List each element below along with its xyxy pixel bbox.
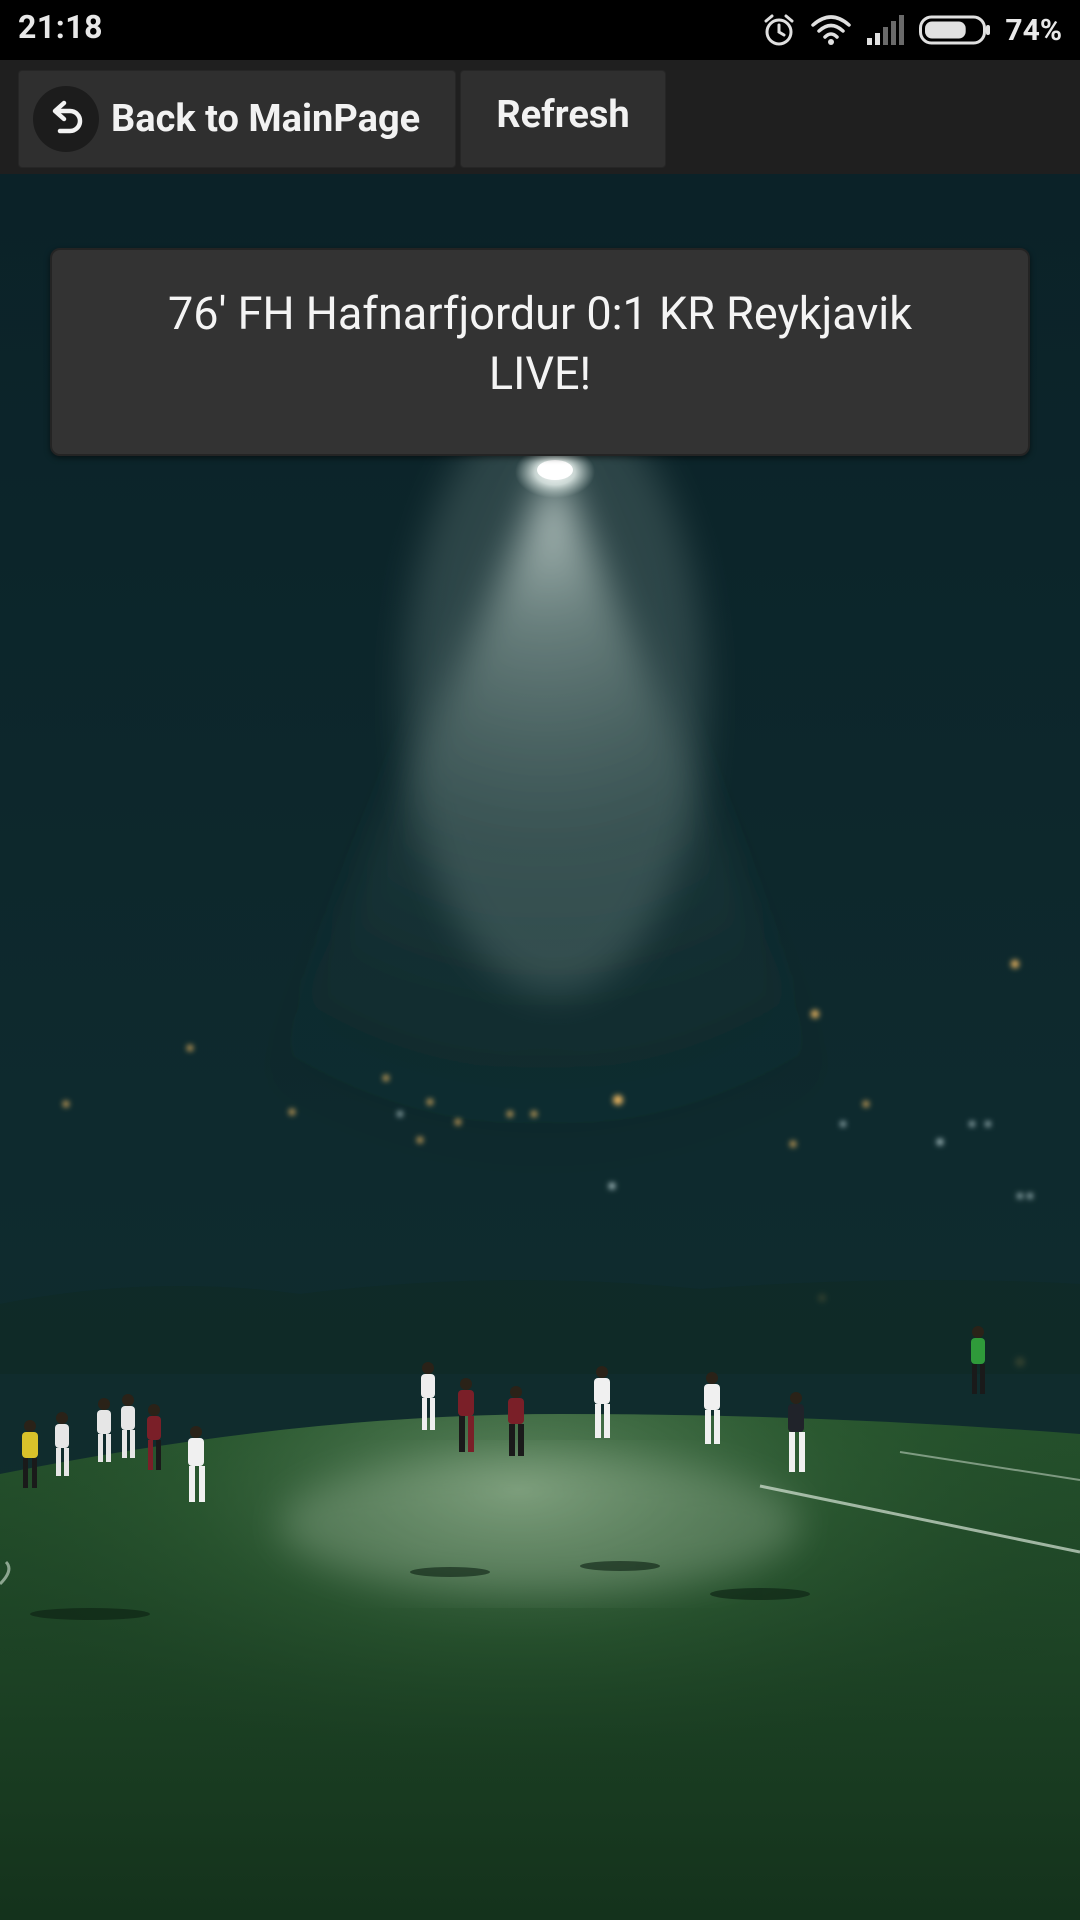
- match-score-line: 76' FH Hafnarfjordur 0:1 KR Reykjavik: [167, 287, 913, 340]
- back-button-label: Back to MainPage: [111, 97, 421, 141]
- status-time: 21:18: [18, 8, 103, 46]
- undo-arrow-icon: [33, 86, 99, 152]
- wifi-icon: [811, 13, 852, 47]
- alarm-icon: [761, 12, 797, 48]
- match-status-card: 76' FH Hafnarfjordur 0:1 KR Reykjavik LI…: [50, 248, 1030, 456]
- refresh-button-label: Refresh: [496, 93, 630, 137]
- action-bar: Back to MainPage Refresh: [0, 60, 1080, 174]
- match-live-label: LIVE!: [488, 347, 592, 400]
- back-to-main-button[interactable]: Back to MainPage: [18, 70, 456, 168]
- battery-percent: 74%: [1005, 12, 1062, 48]
- status-bar: 21:18 74%: [0, 0, 1080, 60]
- refresh-button[interactable]: Refresh: [460, 70, 666, 168]
- status-icons: 74%: [761, 10, 1062, 50]
- battery-icon: [919, 14, 991, 46]
- signal-icon: [865, 14, 905, 46]
